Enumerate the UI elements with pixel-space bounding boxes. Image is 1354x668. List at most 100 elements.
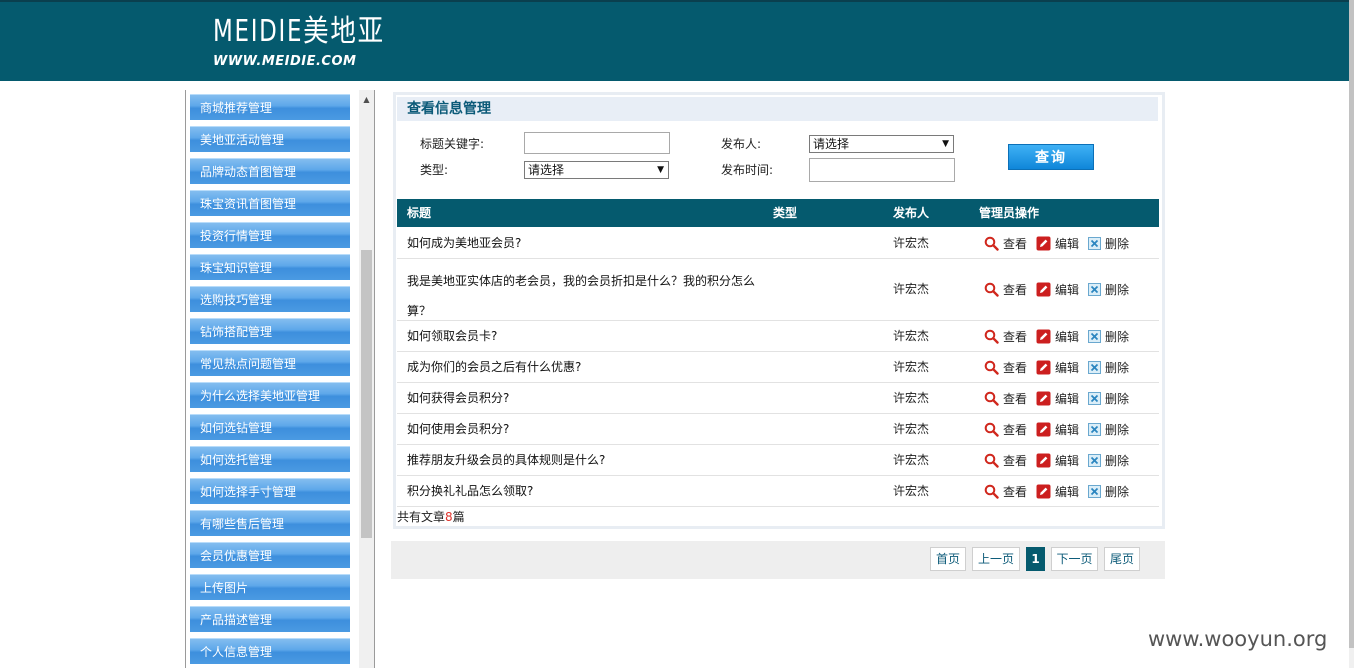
edit-label: 编辑 bbox=[1055, 422, 1080, 437]
edit-button[interactable]: 编辑 bbox=[1036, 359, 1079, 376]
total-count: 共有文章8篇 bbox=[397, 508, 465, 525]
delete-button[interactable]: 删除 bbox=[1088, 483, 1129, 500]
sidebar-item[interactable]: 如何选择手寸管理 bbox=[190, 478, 350, 506]
watermark: www.wooyun.org bbox=[1148, 627, 1328, 651]
site-header: MEIDIE美地亚 WWW.MEIDIE.COM bbox=[0, 0, 1349, 81]
publisher-select-value: 请选择 bbox=[813, 137, 850, 151]
logo-url-text: WWW.MEIDIE.COM bbox=[213, 54, 357, 69]
publisher-select[interactable]: 请选择 ▼ bbox=[809, 135, 954, 153]
table-row: 如何获得会员积分? 许宏杰 查看 编辑 删除 bbox=[397, 383, 1159, 414]
sidebar-item[interactable]: 常见热点问题管理 bbox=[190, 350, 350, 378]
sidebar-item[interactable]: 美地亚活动管理 bbox=[190, 126, 350, 154]
row-actions: 查看 编辑 删除 bbox=[984, 352, 1138, 382]
delete-button[interactable]: 删除 bbox=[1088, 421, 1129, 438]
view-button[interactable]: 查看 bbox=[984, 483, 1027, 500]
time-label: 发布时间: bbox=[721, 163, 774, 177]
row-author: 许宏杰 bbox=[893, 484, 930, 498]
pencil-icon bbox=[1036, 391, 1055, 406]
sidebar-item[interactable]: 个人信息管理 bbox=[190, 638, 350, 666]
close-icon bbox=[1088, 360, 1105, 374]
row-title: 积分换礼礼品怎么领取? bbox=[407, 484, 534, 498]
row-author: 许宏杰 bbox=[893, 391, 930, 405]
window-scrollbar[interactable] bbox=[1349, 0, 1354, 668]
view-button[interactable]: 查看 bbox=[984, 359, 1027, 376]
first-page-button[interactable]: 首页 bbox=[930, 547, 966, 571]
prev-page-button[interactable]: 上一页 bbox=[972, 547, 1020, 571]
close-icon bbox=[1088, 453, 1105, 467]
delete-button[interactable]: 删除 bbox=[1088, 390, 1129, 407]
view-button[interactable]: 查看 bbox=[984, 281, 1027, 298]
delete-button[interactable]: 删除 bbox=[1088, 452, 1129, 469]
sidebar-item[interactable]: 有哪些售后管理 bbox=[190, 510, 350, 538]
row-title: 我是美地亚实体店的老会员，我的会员折扣是什么？我的积分怎么 算？ bbox=[407, 266, 755, 326]
sidebar-item[interactable]: 为什么选择美地亚管理 bbox=[190, 382, 350, 410]
delete-label: 删除 bbox=[1105, 484, 1130, 499]
publish-time-input[interactable] bbox=[809, 158, 955, 182]
sidebar-scrollbar[interactable]: ▲ bbox=[359, 90, 374, 668]
sidebar-item[interactable]: 选购技巧管理 bbox=[190, 286, 350, 314]
row-title: 如何使用会员积分? bbox=[407, 422, 510, 436]
col-type-header: 类型 bbox=[773, 206, 798, 220]
delete-button[interactable]: 删除 bbox=[1088, 328, 1129, 345]
magnifier-icon bbox=[984, 360, 1003, 375]
next-page-button[interactable]: 下一页 bbox=[1051, 547, 1098, 571]
total-number: 8 bbox=[445, 510, 453, 524]
view-button[interactable]: 查看 bbox=[984, 452, 1027, 469]
table-row: 我是美地亚实体店的老会员，我的会员折扣是什么？我的积分怎么 算？ 许宏杰 查看 编辑 删除 bbox=[397, 259, 1159, 321]
delete-label: 删除 bbox=[1105, 453, 1130, 468]
delete-label: 删除 bbox=[1105, 391, 1130, 406]
magnifier-icon bbox=[984, 282, 1003, 297]
edit-button[interactable]: 编辑 bbox=[1036, 483, 1079, 500]
col-title-header: 标题 bbox=[407, 206, 432, 220]
edit-button[interactable]: 编辑 bbox=[1036, 421, 1079, 438]
last-page-button[interactable]: 尾页 bbox=[1104, 547, 1140, 571]
current-page-button[interactable]: 1 bbox=[1026, 547, 1045, 571]
close-icon bbox=[1088, 422, 1105, 436]
view-label: 查看 bbox=[1003, 236, 1028, 251]
dropdown-arrow-icon: ▼ bbox=[657, 165, 664, 175]
sidebar-item[interactable]: 产品描述管理 bbox=[190, 606, 350, 634]
row-author: 许宏杰 bbox=[893, 236, 930, 250]
pagination-bar bbox=[391, 541, 1165, 579]
keyword-label: 标题关键字: bbox=[420, 137, 485, 151]
view-button[interactable]: 查看 bbox=[984, 235, 1027, 252]
row-actions: 查看 编辑 删除 bbox=[984, 445, 1138, 475]
delete-button[interactable]: 删除 bbox=[1088, 359, 1129, 376]
edit-button[interactable]: 编辑 bbox=[1036, 390, 1079, 407]
delete-button[interactable]: 删除 bbox=[1088, 281, 1129, 298]
type-select[interactable]: 请选择 ▼ bbox=[524, 161, 669, 179]
sidebar-item[interactable]: 会员优惠管理 bbox=[190, 542, 350, 570]
magnifier-icon bbox=[984, 484, 1003, 499]
site-logo[interactable]: MEIDIE美地亚 WWW.MEIDIE.COM bbox=[213, 14, 415, 70]
row-actions: 查看 编辑 删除 bbox=[984, 259, 1138, 320]
scroll-up-arrow-icon[interactable]: ▲ bbox=[359, 94, 374, 106]
sidebar-item[interactable]: 珠宝资讯首图管理 bbox=[190, 190, 350, 218]
query-button[interactable]: 查询 bbox=[1008, 144, 1094, 170]
delete-button[interactable]: 删除 bbox=[1088, 235, 1129, 252]
keyword-input[interactable] bbox=[524, 132, 670, 154]
sidebar-item[interactable]: 钻饰搭配管理 bbox=[190, 318, 350, 346]
edit-button[interactable]: 编辑 bbox=[1036, 281, 1079, 298]
edit-label: 编辑 bbox=[1055, 484, 1080, 499]
sidebar-item[interactable]: 珠宝知识管理 bbox=[190, 254, 350, 282]
window-scrollbar-thumb[interactable] bbox=[1349, 0, 1354, 648]
edit-button[interactable]: 编辑 bbox=[1036, 235, 1079, 252]
sidebar-item[interactable]: 投资行情管理 bbox=[190, 222, 350, 250]
sidebar-item[interactable]: 上传图片 bbox=[190, 574, 350, 602]
view-label: 查看 bbox=[1003, 329, 1028, 344]
edit-button[interactable]: 编辑 bbox=[1036, 452, 1079, 469]
view-button[interactable]: 查看 bbox=[984, 421, 1027, 438]
pencil-icon bbox=[1036, 453, 1055, 468]
view-button[interactable]: 查看 bbox=[984, 328, 1027, 345]
magnifier-icon bbox=[984, 453, 1003, 468]
view-label: 查看 bbox=[1003, 422, 1028, 437]
sidebar-item[interactable]: 品牌动态首图管理 bbox=[190, 158, 350, 186]
view-button[interactable]: 查看 bbox=[984, 390, 1027, 407]
sidebar-item[interactable]: 商城推荐管理 bbox=[190, 94, 350, 122]
sidebar-scrollbar-thumb[interactable] bbox=[361, 250, 372, 538]
total-suffix: 篇 bbox=[452, 510, 465, 524]
sidebar-item[interactable]: 如何选钻管理 bbox=[190, 414, 350, 442]
edit-button[interactable]: 编辑 bbox=[1036, 328, 1079, 345]
sidebar-item[interactable]: 如何选托管理 bbox=[190, 446, 350, 474]
magnifier-icon bbox=[984, 422, 1003, 437]
